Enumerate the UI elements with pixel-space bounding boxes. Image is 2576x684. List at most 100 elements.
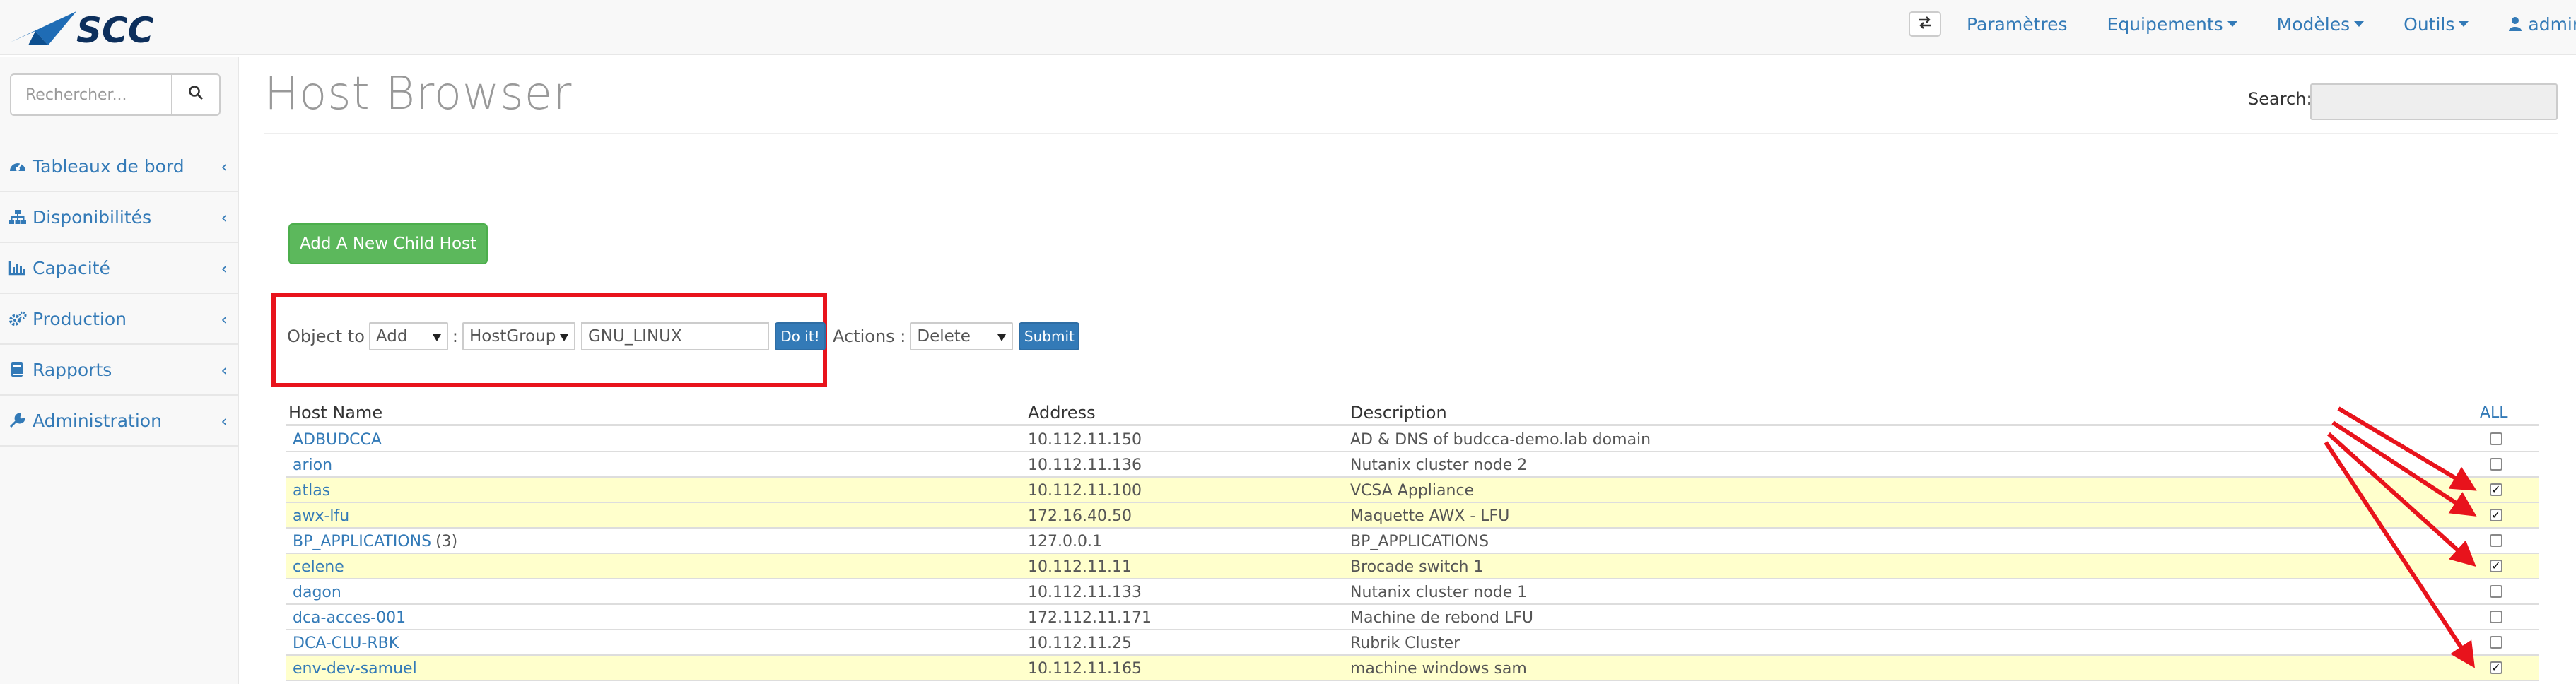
row-checkbox[interactable]: ✓ (2490, 432, 2502, 445)
row-checkbox[interactable]: ✓ (2490, 534, 2502, 547)
top-navbar: SCC Paramètres Equipements Modèles Outil… (0, 0, 2576, 55)
host-address: 172.16.40.50 (1028, 507, 1132, 525)
add-child-host-button[interactable]: Add A New Child Host (288, 223, 488, 264)
object-to-label: Object to (287, 326, 365, 346)
object-action-select[interactable]: Add (368, 322, 448, 350)
row-checkbox[interactable]: ✓ (2490, 661, 2502, 674)
host-description: VCSA Appliance (1350, 482, 1475, 500)
search-icon (188, 85, 204, 105)
host-name-link[interactable]: BP_APPLICATIONS (3) (293, 533, 457, 550)
sidebar-search-button[interactable] (172, 73, 221, 116)
host-name-link[interactable]: dca-acces-001 (293, 609, 406, 627)
host-description: AD & DNS of budcca-demo.lab domain (1350, 431, 1651, 449)
table-row: dagon 10.112.11.133 Nutanix cluster node 1… (286, 579, 2539, 605)
host-address: 10.112.11.165 (1028, 660, 1142, 678)
checkmark-icon: ✓ (2491, 508, 2501, 521)
host-description: BP_APPLICATIONS (1350, 533, 1489, 550)
caret-down-icon (2227, 21, 2237, 27)
column-header-host-name[interactable]: Host Name (288, 403, 382, 423)
host-description: Maquette AWX - LFU (1350, 507, 1510, 525)
object-value-input[interactable] (580, 322, 769, 350)
select-all-link[interactable]: ALL (2480, 404, 2508, 422)
host-name-link[interactable]: atlas (293, 482, 330, 500)
scc-logo[interactable]: SCC (7, 6, 205, 51)
row-checkbox[interactable]: ✓ (2490, 483, 2502, 496)
sidebar-item-production[interactable]: Production ‹ (0, 294, 238, 345)
separator-label: : (452, 326, 458, 346)
host-address: 172.112.11.171 (1028, 609, 1152, 627)
sidebar-item-rapports[interactable]: Rapports ‹ (0, 345, 238, 396)
host-address: 127.0.0.1 (1028, 533, 1102, 550)
object-type-select[interactable]: HostGroup (462, 322, 575, 350)
submit-button[interactable]: Submit (1019, 322, 1080, 350)
do-it-button[interactable]: Do it! (774, 322, 826, 350)
chevron-left-icon: ‹ (221, 208, 228, 228)
sidebar-search-input[interactable] (10, 73, 172, 116)
host-name-link[interactable]: celene (293, 558, 344, 576)
row-checkbox[interactable]: ✓ (2490, 458, 2502, 471)
chevron-left-icon: ‹ (221, 157, 228, 177)
host-name-link[interactable]: DCA-CLU-RBK (293, 635, 399, 652)
user-icon (2508, 16, 2522, 32)
host-address: 10.112.11.150 (1028, 431, 1142, 449)
host-name-link[interactable]: env-dev-samuel (293, 660, 417, 678)
sidebar-item-label: Tableaux de bord (33, 155, 185, 177)
select-arrow-icon (997, 334, 1007, 341)
nav-equipements[interactable]: Equipements (2107, 14, 2237, 35)
host-address: 10.112.11.100 (1028, 482, 1142, 500)
chevron-left-icon: ‹ (221, 411, 228, 431)
host-address: 10.112.11.11 (1028, 558, 1132, 576)
sidebar-item-label: Capacité (33, 257, 110, 278)
checkmark-icon: ✓ (2491, 483, 2501, 496)
nav-outils[interactable]: Outils (2404, 14, 2469, 35)
search-label: Search: (2248, 89, 2312, 109)
sidebar-item-tableaux-de-bord[interactable]: Tableaux de bord ‹ (0, 141, 238, 192)
sidebar-item-administration[interactable]: Administration ‹ (0, 396, 238, 447)
child-count: (3) (435, 533, 458, 550)
checkmark-icon: ✓ (2491, 559, 2501, 572)
row-checkbox[interactable]: ✓ (2490, 509, 2502, 521)
nav-menu: Paramètres Equipements Modèles Outils ad… (1967, 0, 2576, 48)
sidebar: Tableaux de bord ‹ Disponibilités ‹ Capa… (0, 57, 239, 684)
column-header-description[interactable]: Description (1350, 403, 1447, 423)
sidebar-item-label: Production (33, 308, 127, 329)
select-arrow-icon (432, 334, 441, 341)
host-address: 10.112.11.133 (1028, 584, 1142, 601)
actions-select[interactable]: Delete (910, 322, 1014, 350)
sidebar-item-disponibilites[interactable]: Disponibilités ‹ (0, 192, 238, 243)
host-description: Nutanix cluster node 1 (1350, 584, 1528, 601)
row-checkbox[interactable]: ✓ (2490, 585, 2502, 598)
row-checkbox[interactable]: ✓ (2490, 636, 2502, 649)
host-description: Brocade switch 1 (1350, 558, 1484, 576)
sidebar-item-label: Rapports (33, 359, 112, 380)
host-address: 10.112.11.25 (1028, 635, 1132, 652)
logo-text: SCC (76, 10, 154, 48)
column-header-address[interactable]: Address (1028, 403, 1096, 423)
actions-label: Actions : (832, 326, 906, 346)
nav-parametres[interactable]: Paramètres (1967, 14, 2068, 35)
table-row: ADBUDCCA 10.112.11.150 AD & DNS of budcca-… (286, 427, 2539, 452)
nav-admin[interactable]: admin (2508, 14, 2576, 35)
wrench-icon (8, 411, 30, 430)
host-name-link[interactable]: awx-lfu (293, 507, 349, 525)
host-search-input[interactable] (2310, 83, 2558, 120)
toggle-view-button[interactable] (1909, 11, 1941, 37)
sidebar-search (10, 73, 221, 116)
host-name-link[interactable]: ADBUDCCA (293, 431, 382, 449)
caret-down-icon (2459, 21, 2469, 27)
table-row: BP_APPLICATIONS (3) 127.0.0.1 BP_APPLICATIO… (286, 529, 2539, 554)
table-row: arion 10.112.11.136 Nutanix cluster node 2… (286, 452, 2539, 478)
title-divider (264, 133, 2558, 134)
nav-modeles[interactable]: Modèles (2277, 14, 2365, 35)
host-description: Machine de rebond LFU (1350, 609, 1534, 627)
host-name-link[interactable]: arion (293, 456, 332, 474)
object-form: Object to Add : HostGroup Do it! Actions… (287, 321, 1080, 352)
checkmark-icon: ✓ (2491, 661, 2501, 674)
row-checkbox[interactable]: ✓ (2490, 611, 2502, 623)
table-row: awx-lfu 172.16.40.50 Maquette AWX - LFU ✓ (286, 503, 2539, 529)
sidebar-item-label: Disponibilités (33, 206, 152, 228)
row-checkbox[interactable]: ✓ (2490, 560, 2502, 572)
table-row: dca-acces-001 172.112.11.171 Machine de re… (286, 605, 2539, 630)
host-name-link[interactable]: dagon (293, 584, 341, 601)
sidebar-item-capacite[interactable]: Capacité ‹ (0, 243, 238, 294)
